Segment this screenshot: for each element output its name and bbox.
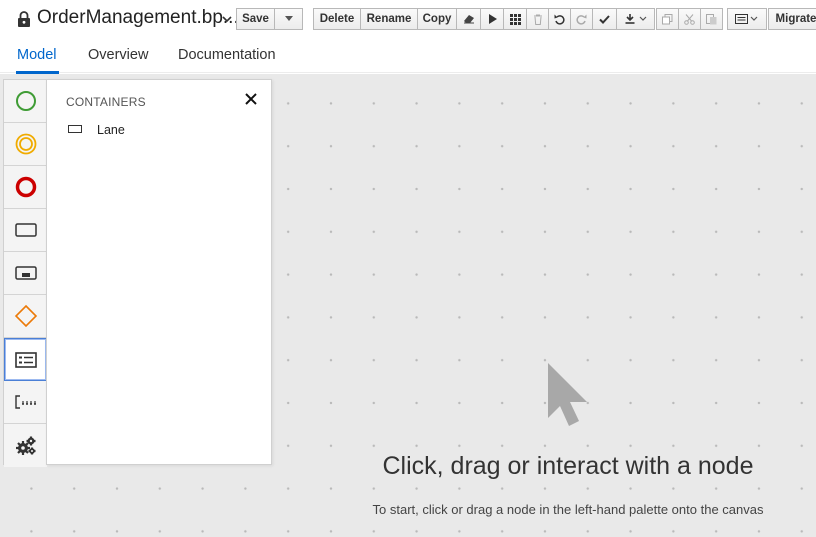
container-icon <box>14 351 37 368</box>
eraser-icon <box>463 15 474 24</box>
palette-activities[interactable] <box>4 209 47 252</box>
flyout-item-lane[interactable]: Lane <box>97 123 125 137</box>
close-icon[interactable] <box>244 92 258 106</box>
palette-end-events[interactable] <box>4 166 47 209</box>
start-event-icon <box>15 91 36 111</box>
cursor-icon <box>548 363 587 426</box>
empty-canvas-subtitle: To start, click or drag a node in the le… <box>372 502 764 517</box>
copy-button[interactable]: Copy <box>417 8 457 30</box>
palette-gateways[interactable] <box>4 295 47 338</box>
rename-button[interactable]: Rename <box>360 8 418 30</box>
download-button[interactable] <box>616 8 655 30</box>
play-icon <box>488 14 497 24</box>
undo-icon <box>554 14 565 25</box>
migrate-button[interactable]: Migrate <box>768 8 816 30</box>
copy-selection-button[interactable] <box>656 8 679 30</box>
checkmark-icon <box>599 14 610 24</box>
delete-button[interactable]: Delete <box>313 8 361 30</box>
end-event-icon <box>15 176 36 198</box>
form-icon <box>735 14 758 24</box>
view-options-button[interactable] <box>727 8 767 30</box>
flyout-title: CONTAINERS <box>66 95 146 109</box>
lock-icon <box>18 11 30 27</box>
copy-icon <box>662 13 673 24</box>
grid-button[interactable] <box>503 8 527 30</box>
palette-custom-tasks[interactable] <box>4 424 47 467</box>
tab-documentation[interactable]: Documentation <box>178 47 276 63</box>
subprocess-icon <box>14 266 37 280</box>
task-icon <box>14 223 37 237</box>
paste-icon <box>706 14 717 25</box>
palette-intermediate-events[interactable] <box>4 123 47 166</box>
file-title[interactable]: OrderManagement.bp... <box>37 7 239 29</box>
chevron-down-icon[interactable] <box>221 13 233 25</box>
lane-icon[interactable] <box>68 125 82 133</box>
save-options-button[interactable] <box>274 8 303 30</box>
gears-icon <box>15 436 35 455</box>
intermediate-event-icon <box>15 133 36 155</box>
redo-button[interactable] <box>570 8 593 30</box>
palette-start-events[interactable] <box>4 80 47 123</box>
undo-button[interactable] <box>548 8 571 30</box>
validate-run-button[interactable] <box>480 8 504 30</box>
palette-flyout: CONTAINERS Lane <box>46 79 272 465</box>
validate-button[interactable] <box>592 8 617 30</box>
palette-artifacts[interactable] <box>4 381 47 424</box>
tab-model[interactable]: Model <box>17 47 57 63</box>
editor-toolbar: OrderManagement.bp... Save Delete Rename… <box>0 0 816 37</box>
clear-button[interactable] <box>456 8 481 30</box>
tab-overview[interactable]: Overview <box>88 47 148 63</box>
node-palette <box>3 79 47 467</box>
tab-bar: Model Overview Documentation <box>0 37 816 74</box>
scissors-icon <box>684 13 695 25</box>
grid-icon <box>509 13 521 25</box>
annotation-icon <box>14 395 36 409</box>
redo-icon <box>576 14 587 25</box>
palette-subprocesses[interactable] <box>4 252 47 295</box>
caret-down-icon <box>284 16 293 21</box>
download-icon <box>625 14 646 24</box>
gateway-icon <box>14 304 37 328</box>
trash-icon <box>533 14 542 25</box>
palette-containers[interactable] <box>4 338 47 381</box>
save-button[interactable]: Save <box>236 8 275 30</box>
paste-button[interactable] <box>700 8 723 30</box>
delete-selection-button[interactable] <box>526 8 549 30</box>
cut-button[interactable] <box>678 8 701 30</box>
empty-canvas-title: Click, drag or interact with a node <box>382 452 754 480</box>
